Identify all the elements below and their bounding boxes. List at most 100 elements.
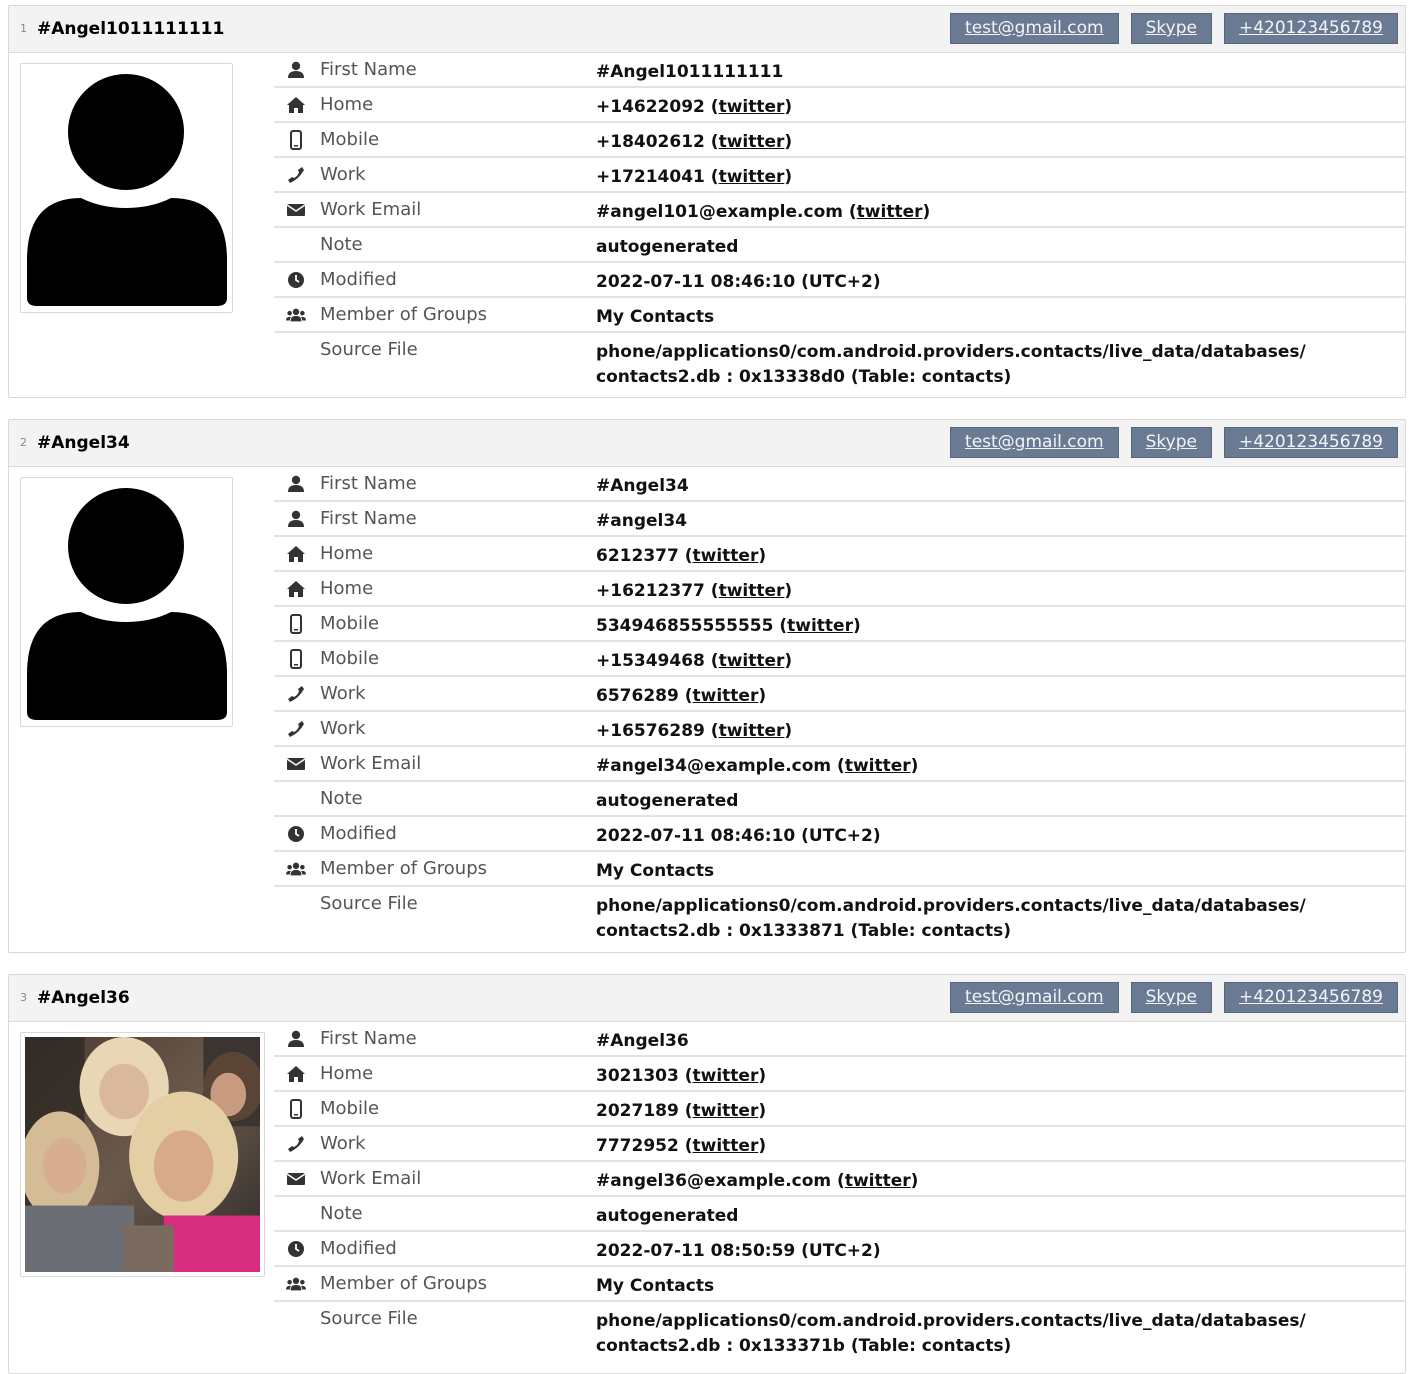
tag-phone-button[interactable]: +420123456789 (1223, 982, 1398, 1013)
twitter-link[interactable]: twitter (845, 1171, 911, 1191)
contact-card-header: 3 #Angel36 test@gmail.com Skype +4201234… (9, 975, 1405, 1022)
avatar (20, 1032, 265, 1277)
field-value: 7772952 (twitter) (596, 1136, 767, 1156)
contact-photo (25, 1037, 260, 1272)
field-value-text: autogenerated (596, 1206, 739, 1226)
field-row: Work +17214041 (twitter) (274, 158, 1405, 193)
field-row: Note autogenerated (274, 228, 1405, 263)
contact-index: 3 (20, 991, 27, 1004)
field-row: First Name #angel34 (274, 502, 1405, 537)
field-label: Work Email (320, 753, 422, 774)
twitter-link[interactable]: twitter (693, 686, 759, 706)
field-label: Note (320, 788, 363, 809)
users-icon (286, 1274, 306, 1294)
field-value: +16212377 (twitter) (596, 581, 793, 601)
contact-tags: test@gmail.com Skype +420123456789 (950, 13, 1398, 44)
tag-skype-button[interactable]: Skype (1130, 13, 1212, 44)
field-row: Work +16576289 (twitter) (274, 712, 1405, 747)
field-label: Modified (320, 1238, 397, 1259)
field-value-text: 2022-07-11 08:46:10 (UTC+2) (596, 272, 881, 292)
tag-email-button[interactable]: test@gmail.com (950, 982, 1119, 1013)
mobile-icon (286, 614, 306, 634)
field-value: 2027189 (twitter) (596, 1101, 767, 1121)
twitter-link[interactable]: twitter (857, 202, 923, 222)
field-label: Source File (320, 893, 418, 914)
field-value-text: +18402612 (596, 132, 705, 152)
field-value-text: #Angel34 (596, 476, 689, 496)
field-value-text: autogenerated (596, 237, 739, 257)
twitter-link[interactable]: twitter (845, 756, 911, 776)
field-value: 6212377 (twitter) (596, 546, 767, 566)
field-label: First Name (320, 508, 417, 529)
field-value-text: 3021303 (596, 1066, 679, 1086)
source-path-line2: contacts2.db : 0x133371b (Table: contact… (596, 1336, 1012, 1356)
contact-card-header: 2 #Angel34 test@gmail.com Skype +4201234… (9, 420, 1405, 467)
field-row: Home +14622092 (twitter) (274, 88, 1405, 123)
clock-icon (286, 270, 306, 290)
field-value-text: #angel36@example.com (596, 1171, 832, 1191)
twitter-link[interactable]: twitter (693, 546, 759, 566)
twitter-link[interactable]: twitter (719, 581, 785, 601)
field-value-text: #Angel36 (596, 1031, 689, 1051)
twitter-link[interactable]: twitter (719, 132, 785, 152)
field-value-text: 6576289 (596, 686, 679, 706)
field-value: autogenerated (596, 789, 738, 814)
field-row: Work Email #angel36@example.com (twitter) (274, 1162, 1405, 1197)
phone-icon (286, 1134, 306, 1154)
tag-email-button[interactable]: test@gmail.com (950, 427, 1119, 458)
tag-phone-button[interactable]: +420123456789 (1223, 427, 1398, 458)
field-label: Work (320, 718, 366, 739)
field-value-text: #angel34 (596, 511, 688, 531)
blank-icon (286, 789, 306, 809)
field-value: #Angel34 (596, 474, 689, 499)
field-value-text: autogenerated (596, 791, 739, 811)
source-path-line1: phone/applications0/com.android.provider… (596, 1311, 1306, 1331)
tag-skype-button[interactable]: Skype (1130, 982, 1212, 1013)
source-path-line2: contacts2.db : 0x1333871 (Table: contact… (596, 921, 1011, 941)
field-label: Mobile (320, 129, 380, 150)
field-value-text: +17214041 (596, 167, 705, 187)
field-value: My Contacts (596, 305, 714, 330)
field-row: First Name #Angel34 (274, 467, 1405, 502)
twitter-link[interactable]: twitter (719, 167, 785, 187)
contact-name: #Angel1011111111 (37, 19, 225, 39)
user-icon (286, 509, 306, 529)
person-silhouette-icon (27, 74, 227, 306)
twitter-link[interactable]: twitter (719, 651, 785, 671)
tag-phone-button[interactable]: +420123456789 (1223, 13, 1398, 44)
field-row: Home +16212377 (twitter) (274, 572, 1405, 607)
field-value: +17214041 (twitter) (596, 167, 793, 187)
field-value-text: #angel101@example.com (596, 202, 843, 222)
field-value: 2022-07-11 08:46:10 (UTC+2) (596, 270, 881, 295)
field-label: Home (320, 1063, 374, 1084)
field-value-text: +14622092 (596, 97, 705, 117)
field-row: Source File phone/applications0/com.andro… (274, 887, 1405, 947)
tag-skype-button[interactable]: Skype (1130, 427, 1212, 458)
person-silhouette-icon (27, 488, 227, 720)
field-row: Modified 2022-07-11 08:46:10 (UTC+2) (274, 263, 1405, 298)
field-row: Note autogenerated (274, 782, 1405, 817)
twitter-link[interactable]: twitter (719, 721, 785, 741)
field-label: Work Email (320, 1168, 422, 1189)
field-row: First Name #Angel36 (274, 1022, 1405, 1057)
field-label: Member of Groups (320, 304, 488, 325)
field-value: +18402612 (twitter) (596, 132, 793, 152)
contact-card: 3 #Angel36 test@gmail.com Skype +4201234… (8, 974, 1406, 1374)
tag-email-button[interactable]: test@gmail.com (950, 13, 1119, 44)
clock-icon (286, 824, 306, 844)
envelope-icon (286, 200, 306, 220)
contact-tags: test@gmail.com Skype +420123456789 (950, 982, 1398, 1013)
field-row: Mobile +15349468 (twitter) (274, 642, 1405, 677)
twitter-link[interactable]: twitter (719, 97, 785, 117)
field-row: Mobile 2027189 (twitter) (274, 1092, 1405, 1127)
field-value: #angel34 (596, 509, 687, 534)
field-label: First Name (320, 59, 417, 80)
twitter-link[interactable]: twitter (693, 1136, 759, 1156)
field-value: #angel36@example.com (twitter) (596, 1171, 919, 1191)
twitter-link[interactable]: twitter (693, 1066, 759, 1086)
field-row: Member of Groups My Contacts (274, 852, 1405, 887)
field-value-text: 6212377 (596, 546, 679, 566)
contact-tags: test@gmail.com Skype +420123456789 (950, 427, 1398, 458)
twitter-link[interactable]: twitter (693, 1101, 759, 1121)
twitter-link[interactable]: twitter (787, 616, 853, 636)
